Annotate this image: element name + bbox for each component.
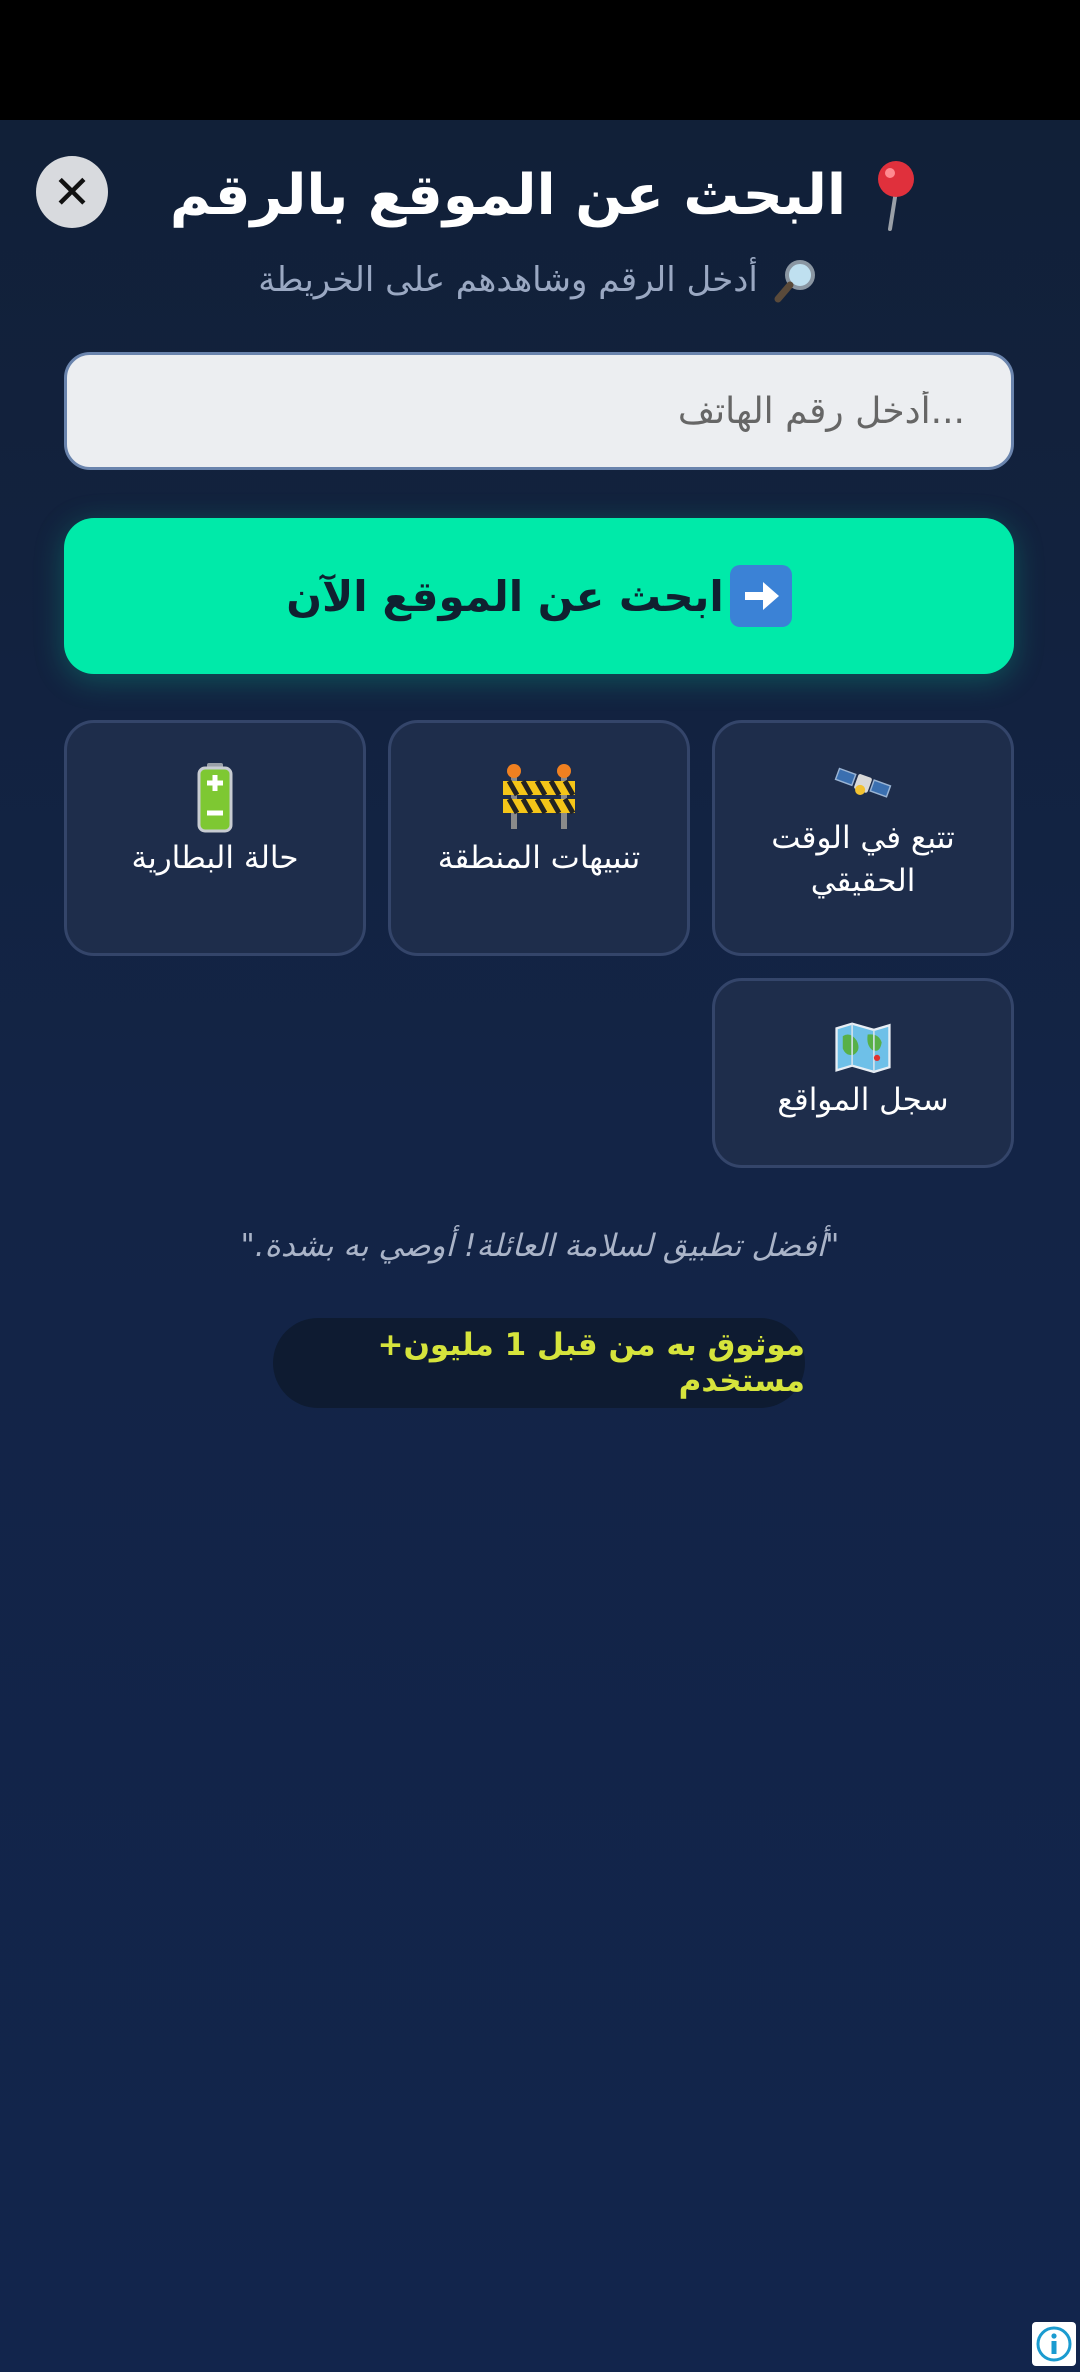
main-panel: ✕ البحث عن الموقع بالرقم أدخل الرقم وشاه… (0, 120, 1080, 2372)
status-bar (0, 0, 1080, 120)
info-button[interactable] (1032, 2322, 1076, 2366)
feature-label: تنبيهات المنطقة (437, 840, 641, 876)
page-title: البحث عن الموقع بالرقم (130, 150, 960, 240)
feature-label: سجل المواقع (777, 1082, 949, 1118)
subtitle: أدخل الرقم وشاهدهم على الخريطة (140, 250, 940, 310)
arrow-right-icon (729, 565, 792, 627)
testimonial-quote: "أفضل تطبيق لسلامة العائلة! أوصي به بشدة… (240, 1228, 840, 1264)
battery-icon (197, 763, 233, 833)
title-text: البحث عن الموقع بالرقم (169, 162, 847, 228)
search-button-label: ابحث عن الموقع الآن (286, 571, 724, 621)
feature-card-zone-alerts[interactable]: تنبيهات المنطقة (388, 720, 690, 956)
close-button[interactable]: ✕ (36, 156, 108, 228)
info-icon (1036, 2326, 1072, 2362)
close-icon: ✕ (52, 165, 92, 219)
feature-label: تتبع في الوقت الحقيقي (771, 820, 955, 900)
barrier-icon (503, 764, 576, 829)
feature-label: حالة البطارية (131, 840, 299, 876)
subtitle-text: أدخل الرقم وشاهدهم على الخريطة (258, 260, 758, 300)
feature-card-battery-status[interactable]: حالة البطارية (64, 720, 366, 956)
search-icon (774, 260, 815, 303)
search-location-button[interactable]: ابحث عن الموقع الآن (64, 518, 1014, 674)
phone-number-input[interactable] (64, 352, 1014, 470)
trust-badge: موثوق به من قبل 1 مليون+ مستخدم (273, 1318, 805, 1408)
feature-card-realtime-tracking[interactable]: تتبع في الوقت الحقيقي (712, 720, 1014, 956)
map-icon (835, 1022, 891, 1074)
app-screen: ✕ البحث عن الموقع بالرقم أدخل الرقم وشاه… (0, 0, 1080, 2372)
satellite-icon (834, 767, 892, 798)
pin-icon (878, 161, 915, 231)
feature-card-location-history[interactable]: سجل المواقع (712, 978, 1014, 1168)
